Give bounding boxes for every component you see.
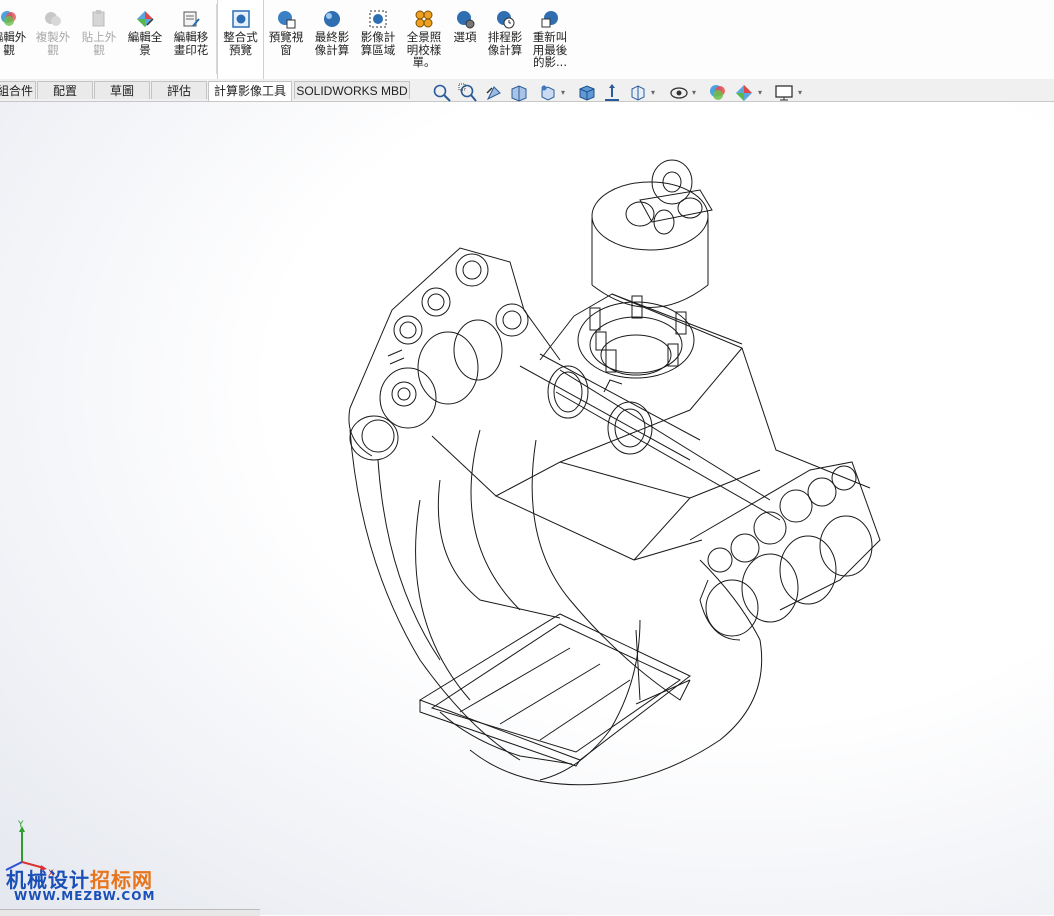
- view-settings-dropdown[interactable]: ▾: [798, 89, 805, 97]
- tab-configuration[interactable]: 配置: [37, 81, 93, 99]
- recall-last-render-icon: [541, 11, 558, 28]
- dynamic-annotation-icon[interactable]: [538, 83, 558, 103]
- view-settings-icon[interactable]: [774, 83, 794, 103]
- recall-last-render-button[interactable]: 重新叫 用最後 的影...: [530, 0, 570, 79]
- schedule-render-button[interactable]: 排程影 像計算: [484, 0, 526, 79]
- visibility-dropdown[interactable]: ▾: [692, 89, 699, 97]
- scene-illumination-proof-button[interactable]: 全景照 明校樣 單。: [403, 0, 445, 79]
- right-jaw: [689, 461, 881, 641]
- triad-y-label: Y: [17, 820, 24, 830]
- tab-sketch[interactable]: 草圖: [94, 81, 150, 99]
- lifting-eye: [625, 159, 713, 235]
- apply-scene-dropdown[interactable]: ▾: [758, 89, 765, 97]
- zoom-to-area-icon[interactable]: [458, 83, 478, 103]
- hydraulic-cylinders: [519, 353, 781, 521]
- tab-evaluate[interactable]: 評估: [151, 81, 207, 99]
- flange-bolt-ring: [577, 295, 695, 379]
- paste-appearance-icon: [92, 10, 105, 27]
- command-manager-ribbon: 編輯外 觀 複製外 觀 貼上外 觀 編輯全 景 編輯移 畫印花: [0, 0, 1054, 80]
- visibility-eye-icon[interactable]: [669, 83, 689, 103]
- edit-appearance-button[interactable]: 編輯外 觀: [0, 0, 28, 79]
- scene-illumination-proof-icon: [415, 10, 433, 28]
- integrated-preview-button[interactable]: 整合式 預覽: [217, 0, 264, 79]
- edit-scene-icon: [137, 11, 154, 27]
- apply-scene-icon[interactable]: [734, 83, 754, 103]
- hide-show-items-dropdown[interactable]: ▾: [651, 89, 658, 97]
- edit-scene-button[interactable]: 編輯全 景: [124, 0, 166, 79]
- left-arm: [348, 247, 561, 461]
- dynamic-annotation-dropdown[interactable]: ▾: [561, 89, 568, 97]
- hide-show-items-icon[interactable]: [628, 83, 648, 103]
- render-region-icon: [369, 10, 387, 28]
- paste-appearance-button[interactable]: 貼上外 觀: [78, 0, 120, 79]
- zoom-to-fit-icon[interactable]: [432, 83, 452, 103]
- final-render-icon: [324, 11, 340, 27]
- options-icon: [457, 11, 475, 29]
- preview-window-button[interactable]: 預覽視 窗: [265, 0, 307, 79]
- view-orientation-icon[interactable]: [577, 83, 597, 103]
- copy-appearance-icon: [45, 12, 61, 26]
- rotator-cylinder: [591, 181, 709, 308]
- left-jaw: [349, 429, 561, 761]
- tab-assembly[interactable]: 組合件: [0, 81, 36, 99]
- graphics-area[interactable]: Y X: [0, 102, 1054, 915]
- edit-decal-button[interactable]: 編輯移 畫印花: [170, 0, 212, 79]
- options-button[interactable]: 選項: [449, 0, 481, 79]
- tab-render-tools[interactable]: 計算影像工具: [208, 81, 292, 101]
- integrated-preview-icon: [231, 10, 250, 28]
- schedule-render-icon: [497, 11, 515, 29]
- final-render-button[interactable]: 最終影 像計算: [311, 0, 353, 79]
- tab-solidworks-mbd[interactable]: SOLIDWORKS MBD: [294, 81, 410, 99]
- edit-appearance-icon[interactable]: [708, 83, 728, 103]
- wireframe-model[interactable]: [0, 102, 1054, 915]
- preview-window-icon: [278, 11, 296, 29]
- copy-appearance-button[interactable]: 複製外 觀: [32, 0, 74, 79]
- edit-appearance-icon: [1, 11, 16, 26]
- display-style-icon[interactable]: [602, 83, 622, 103]
- section-view-icon[interactable]: [509, 83, 529, 103]
- render-region-button[interactable]: 影像計 算區域: [357, 0, 399, 79]
- previous-view-icon[interactable]: [484, 83, 504, 103]
- bottom-shoe: [418, 613, 691, 767]
- edit-decal-icon: [183, 11, 200, 27]
- watermark-url: WWW.MEZBW.COM: [14, 889, 156, 903]
